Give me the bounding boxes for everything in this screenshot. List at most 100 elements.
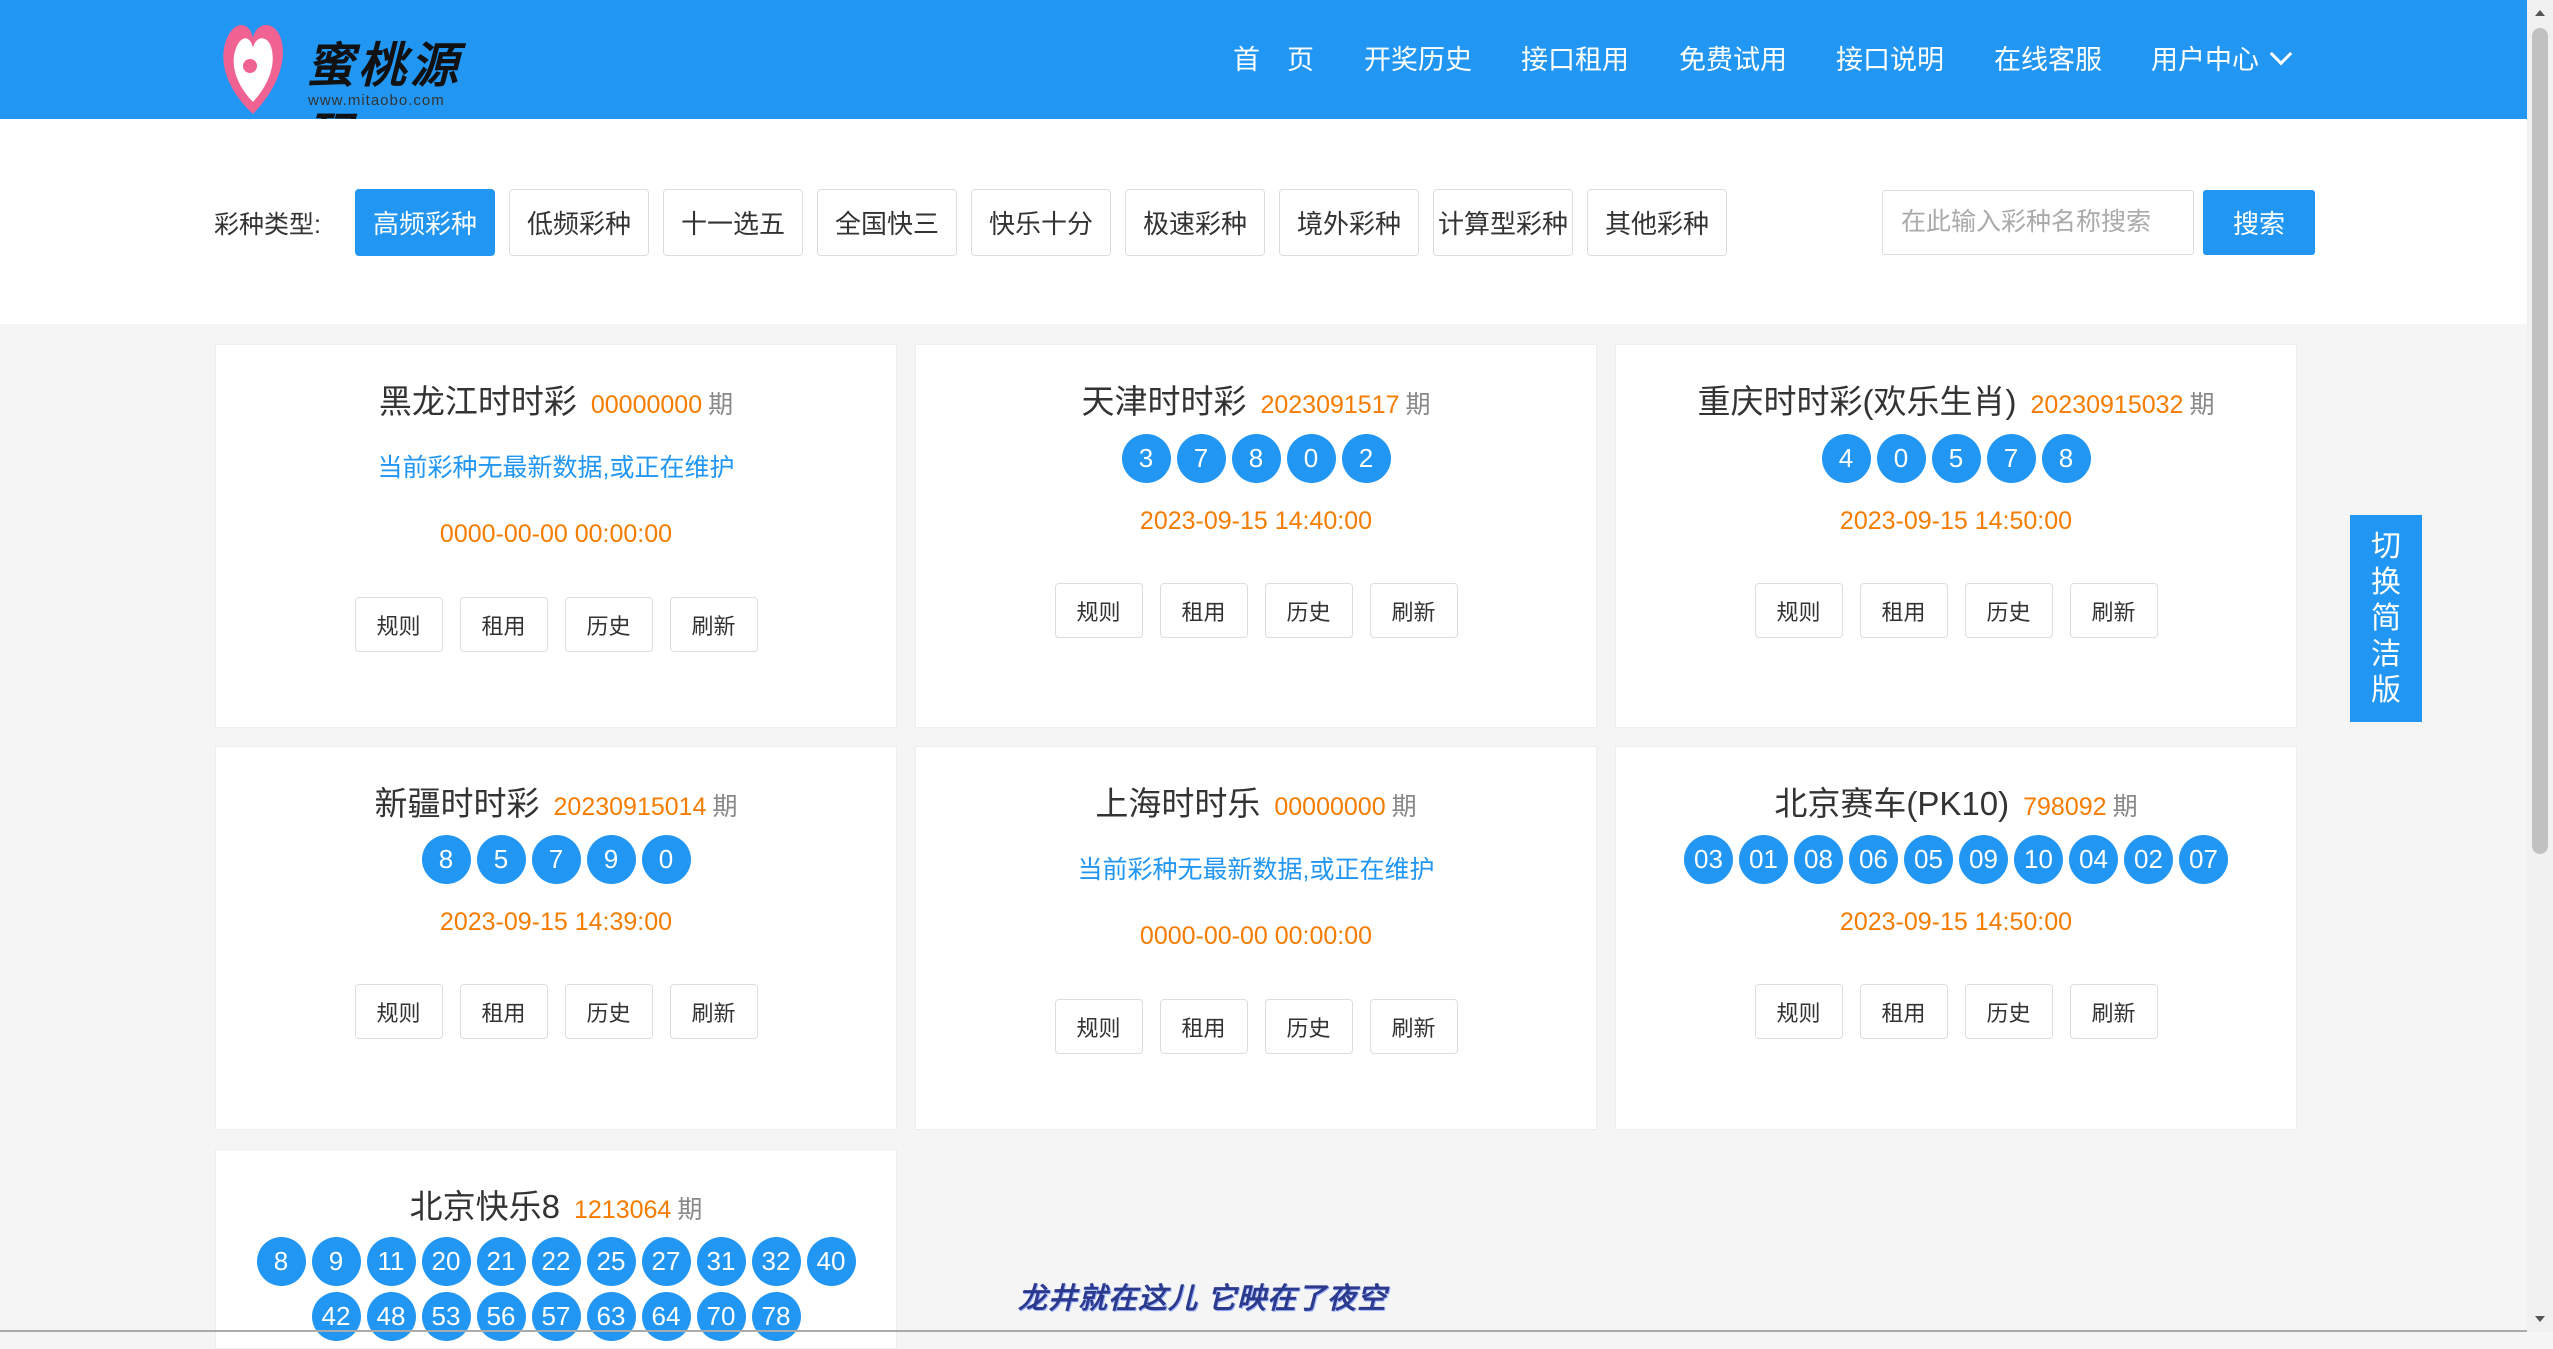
issue-suffix: 期: [1405, 391, 1431, 419]
refresh-button[interactable]: 刷新: [2069, 984, 2158, 1039]
number-ball: 9: [311, 1237, 361, 1286]
history-button[interactable]: 历史: [1264, 999, 1353, 1054]
rules-button[interactable]: 规则: [354, 597, 443, 652]
number-ball: 01: [1739, 835, 1788, 884]
overlay-ticker-text: 龙井就在这儿 它映在了夜空: [1018, 1283, 1388, 1315]
lottery-name: 新疆时时彩: [374, 785, 540, 822]
history-button[interactable]: 历史: [564, 597, 653, 652]
number-ball: 0: [641, 835, 691, 884]
refresh-button[interactable]: 刷新: [669, 597, 758, 652]
rent-button[interactable]: 租用: [1859, 984, 1948, 1039]
rent-button[interactable]: 租用: [459, 984, 548, 1039]
refresh-button[interactable]: 刷新: [669, 984, 758, 1039]
draw-time: 2023-09-15 14:50:00: [1839, 908, 2073, 936]
refresh-button[interactable]: 刷新: [1369, 999, 1458, 1054]
no-data-notice: 当前彩种无最新数据,或正在维护: [377, 454, 735, 482]
number-ball: 8: [2041, 434, 2091, 483]
number-ball: 8: [256, 1237, 306, 1286]
lottery-card: 新疆时时彩 20230915014 期 8 5 7 9 0 2023-09-15 1…: [215, 746, 897, 1130]
card-actions: 规则 租用 历史 刷新: [916, 583, 1596, 638]
number-ball: 02: [2124, 835, 2173, 884]
lottery-card: 天津时时彩 2023091517 期 3 7 8 0 2 2023-09-15 14…: [915, 344, 1597, 728]
type-happy-10[interactable]: 快乐十分: [971, 189, 1111, 256]
history-button[interactable]: 历史: [1264, 583, 1353, 638]
number-ball: 78: [751, 1292, 801, 1341]
type-overseas[interactable]: 境外彩种: [1279, 189, 1419, 256]
lottery-card: 北京赛车(PK10) 798092 期 03 01 08 06 05 09 10 0…: [1615, 746, 2297, 1130]
nav-history[interactable]: 开奖历史: [1364, 38, 1472, 77]
nav-free-trial[interactable]: 免费试用: [1679, 38, 1787, 77]
number-ball: 42: [311, 1292, 361, 1341]
scrollbar-thumb[interactable]: [2532, 28, 2548, 854]
type-kuai3[interactable]: 全国快三: [817, 189, 957, 256]
type-11-choose-5[interactable]: 十一选五: [663, 189, 803, 256]
search-button[interactable]: 搜索: [2203, 190, 2315, 255]
card-title: 重庆时时彩(欢乐生肖) 20230915032 期: [1616, 375, 2296, 423]
number-ball: 3: [1121, 434, 1171, 483]
rules-button[interactable]: 规则: [354, 984, 443, 1039]
number-ball: 4: [1821, 434, 1871, 483]
lottery-name: 重庆时时彩(欢乐生肖): [1697, 383, 2017, 420]
rent-button[interactable]: 租用: [459, 597, 548, 652]
nav-user-center-label: 用户中心: [2151, 45, 2259, 75]
card-actions: 规则 租用 历史 刷新: [916, 999, 1596, 1054]
number-ball: 7: [1986, 434, 2036, 483]
type-low-frequency[interactable]: 低频彩种: [509, 189, 649, 256]
issue-number: 20230915032: [2030, 391, 2184, 419]
no-data-notice: 当前彩种无最新数据,或正在维护: [1077, 856, 1435, 884]
lottery-name: 天津时时彩: [1081, 383, 1247, 420]
rules-button[interactable]: 规则: [1054, 583, 1143, 638]
rent-button[interactable]: 租用: [1859, 583, 1948, 638]
card-title: 黑龙江时时彩 00000000 期: [216, 375, 896, 423]
history-button[interactable]: 历史: [1964, 984, 2053, 1039]
number-ball: 05: [1904, 835, 1953, 884]
switch-simple-version-button[interactable]: 切 换 简 洁 版: [2350, 515, 2422, 722]
rules-button[interactable]: 规则: [1754, 583, 1843, 638]
scroll-up-arrow-icon[interactable]: [2527, 0, 2553, 26]
number-ball: 5: [476, 835, 526, 884]
rent-button[interactable]: 租用: [1159, 999, 1248, 1054]
draw-time: 2023-09-15 14:40:00: [1139, 507, 1373, 535]
nav-api-docs[interactable]: 接口说明: [1836, 38, 1944, 77]
rules-button[interactable]: 规则: [1754, 984, 1843, 1039]
card-actions: 规则 租用 历史 刷新: [1616, 984, 2296, 1039]
nav-api-rent[interactable]: 接口租用: [1521, 38, 1629, 77]
type-speed[interactable]: 极速彩种: [1125, 189, 1265, 256]
lottery-card: 重庆时时彩(欢乐生肖) 20230915032 期 4 0 5 7 8 2023-0…: [1615, 344, 2297, 728]
number-ball: 04: [2069, 835, 2118, 884]
draw-balls: 03 01 08 06 05 09 10 04 02 07: [1616, 835, 2296, 884]
refresh-button[interactable]: 刷新: [2069, 583, 2158, 638]
history-button[interactable]: 历史: [1964, 583, 2053, 638]
number-ball: 11: [366, 1237, 416, 1286]
rules-button[interactable]: 规则: [1054, 999, 1143, 1054]
number-ball: 2: [1341, 434, 1391, 483]
nav-home[interactable]: 首 页: [1233, 38, 1314, 77]
draw-time: 0000-00-00 00:00:00: [1139, 922, 1373, 950]
lottery-name: 北京赛车(PK10): [1774, 785, 2010, 822]
refresh-button[interactable]: 刷新: [1369, 583, 1458, 638]
number-ball: 10: [2014, 835, 2063, 884]
scroll-down-arrow-icon[interactable]: [2527, 1306, 2553, 1332]
chevron-down-icon: [2269, 42, 2293, 66]
nav-support[interactable]: 在线客服: [1994, 38, 2102, 77]
lottery-card: 黑龙江时时彩 00000000 期 当前彩种无最新数据,或正在维护 0000-00-…: [215, 344, 897, 728]
nav-user-center[interactable]: 用户中心: [2151, 38, 2293, 77]
filter-label: 彩种类型:: [214, 211, 321, 239]
issue-suffix: 期: [677, 1196, 703, 1224]
type-other[interactable]: 其他彩种: [1587, 189, 1727, 256]
rent-button[interactable]: 租用: [1159, 583, 1248, 638]
type-high-frequency[interactable]: 高频彩种: [355, 189, 495, 256]
draw-time: 0000-00-00 00:00:00: [439, 520, 673, 548]
type-computed[interactable]: 计算型彩种: [1433, 189, 1573, 256]
number-ball: 31: [696, 1237, 746, 1286]
lottery-name: 北京快乐8: [409, 1188, 560, 1225]
switch-char: 切: [2371, 529, 2401, 563]
search-input[interactable]: [1882, 190, 2194, 255]
number-ball: 07: [2179, 835, 2228, 884]
site-logo[interactable]: 蜜桃源码 www.mitaobo.com: [218, 12, 468, 164]
history-button[interactable]: 历史: [564, 984, 653, 1039]
issue-suffix: 期: [712, 793, 738, 821]
number-ball: 20: [421, 1237, 471, 1286]
issue-suffix: 期: [708, 391, 734, 419]
number-ball: 03: [1684, 835, 1733, 884]
